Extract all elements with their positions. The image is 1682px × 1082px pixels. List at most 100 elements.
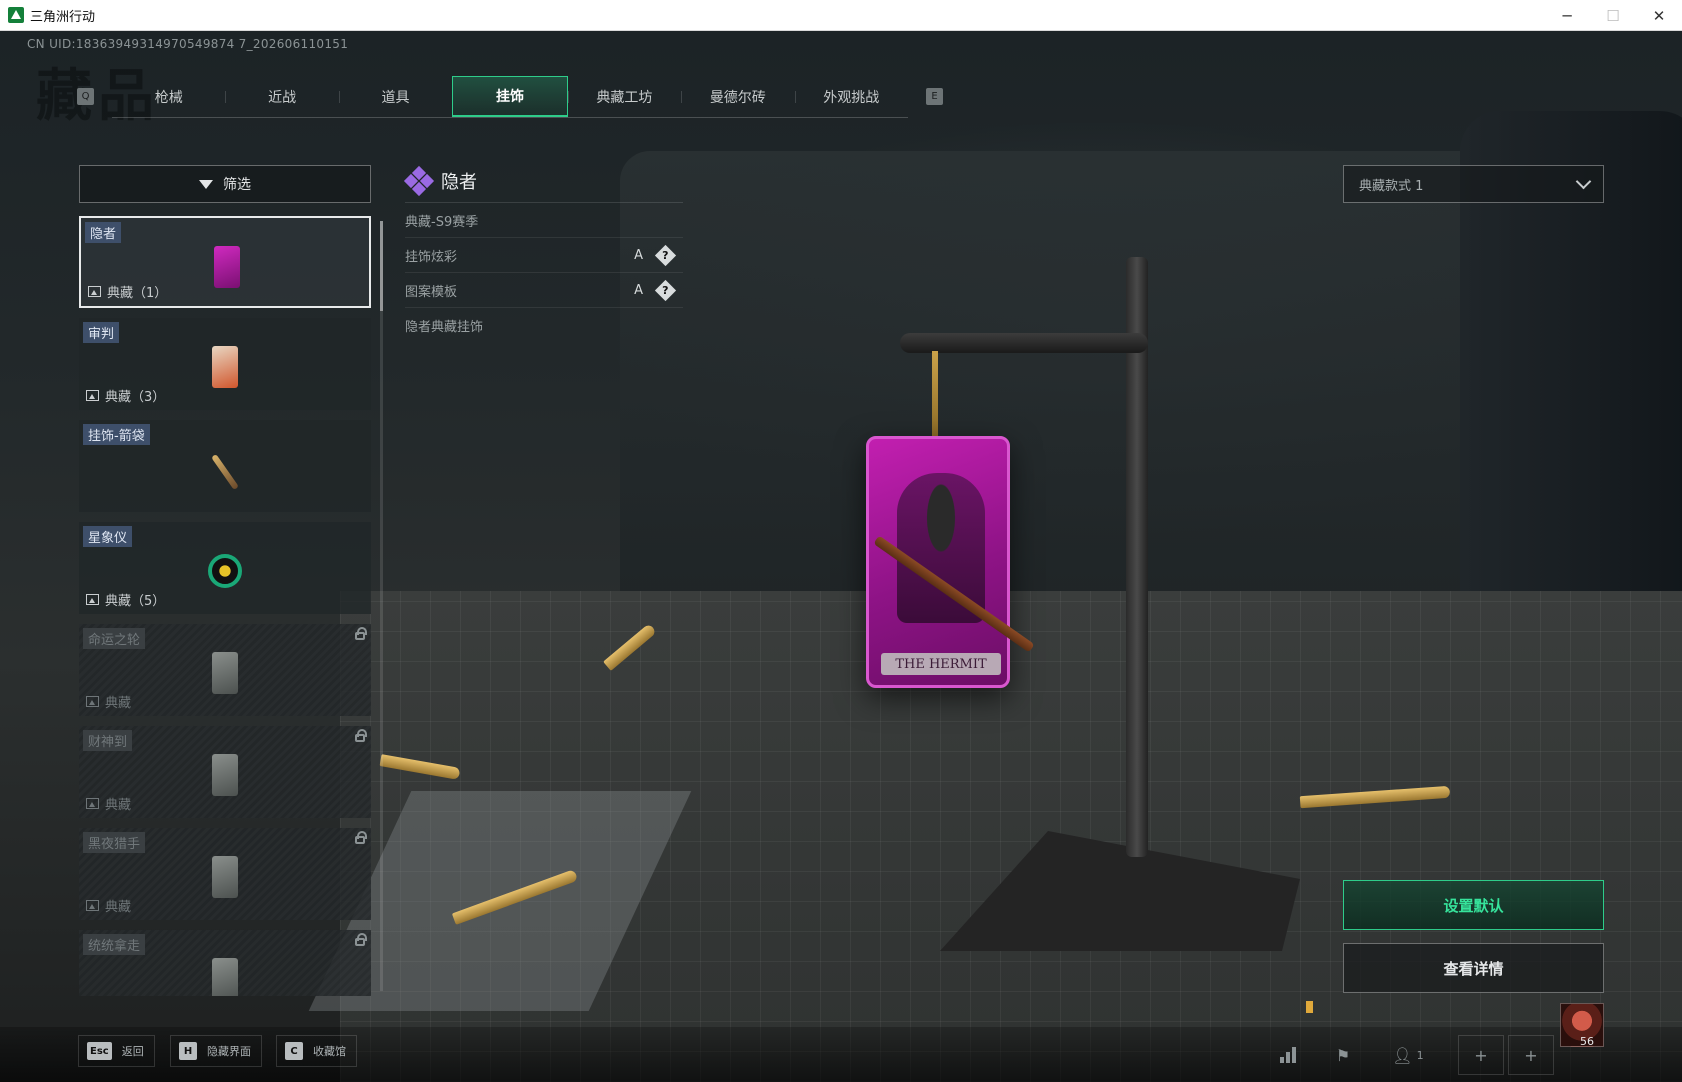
filter-button[interactable]: 筛选: [79, 165, 371, 203]
image-icon: [86, 798, 99, 809]
detail-description-text: 隐者典藏挂饰: [405, 320, 484, 335]
style-select[interactable]: 典藏款式 1: [1343, 165, 1604, 203]
key-c: C: [285, 1042, 303, 1060]
image-icon: [86, 696, 99, 707]
lock-icon: [355, 729, 367, 742]
item-name: 命运之轮: [83, 628, 146, 649]
stats-icon[interactable]: [1265, 1035, 1311, 1075]
help-icon[interactable]: ?: [654, 279, 677, 301]
scrollbar-thumb[interactable]: [380, 221, 383, 311]
item-count-label: 典藏（1）: [107, 286, 168, 301]
charm-list: 隐者 典藏（1） 审判 典藏（3） 挂饰-箭袋 星象仪 典藏（5） 命运之轮 典…: [79, 216, 371, 996]
item-thumbnail: [207, 638, 243, 700]
image-icon: [88, 286, 101, 297]
rarity-diamond-icon: [403, 165, 435, 196]
item-count-label: 典藏（3）: [105, 390, 166, 405]
window-title: 三角洲行动: [30, 9, 96, 25]
style-select-value: 典藏款式 1: [1359, 178, 1424, 194]
item-thumbnail: [207, 536, 243, 598]
detail-header: 隐者: [403, 159, 683, 203]
list-item[interactable]: 挂饰-箭袋: [79, 420, 371, 512]
set-default-button[interactable]: 设置默认: [1343, 880, 1604, 930]
image-icon: [86, 594, 99, 605]
player-uid: CN UID:18363949314970549874 7_2026061101…: [27, 37, 349, 51]
item-count: 典藏（3）: [86, 386, 165, 405]
list-item[interactable]: 星象仪 典藏（5）: [79, 522, 371, 614]
tab-melee[interactable]: 近战: [225, 76, 338, 117]
scene-stand-arm: [900, 333, 1148, 353]
item-name: 黑夜猎手: [83, 832, 146, 853]
item-thumbnail: [207, 332, 243, 394]
add-slot-button[interactable]: +: [1458, 1035, 1504, 1075]
detail-row-grade: A: [634, 282, 643, 298]
lock-icon: [355, 933, 367, 946]
filter-icon: [199, 179, 213, 189]
game-viewport: THE HERMIT 藏品 CN UID:1836394931497054987…: [0, 31, 1682, 1082]
list-item[interactable]: 审判 典藏（3）: [79, 318, 371, 410]
close-button[interactable]: ✕: [1636, 0, 1682, 31]
add-slot-button[interactable]: +: [1508, 1035, 1554, 1075]
list-item[interactable]: 统统拿走: [79, 930, 371, 996]
hint-label: 返回: [121, 1045, 144, 1058]
tab-items[interactable]: 道具: [338, 76, 452, 117]
item-name: 财神到: [83, 730, 133, 751]
charm-card-label: THE HERMIT: [881, 653, 1001, 675]
item-name: 星象仪: [83, 526, 133, 547]
item-name: 挂饰-箭袋: [83, 424, 150, 445]
item-thumbnail: [207, 944, 243, 996]
detail-title: 隐者: [441, 171, 477, 193]
item-thumbnail: [209, 232, 245, 294]
tab-next-key[interactable]: E: [926, 88, 943, 105]
filter-label: 筛选: [223, 177, 251, 193]
list-item[interactable]: 黑夜猎手 典藏: [79, 828, 371, 920]
item-name: 隐者: [85, 222, 122, 243]
help-icon[interactable]: ?: [654, 244, 677, 266]
charm-chain: [932, 351, 938, 441]
item-count: 典藏（1）: [88, 282, 167, 301]
list-item[interactable]: 财神到 典藏: [79, 726, 371, 818]
item-thumbnail: [207, 740, 243, 802]
item-name: 审判: [83, 322, 120, 343]
tab-appearance-challenge[interactable]: 外观挑战: [794, 76, 908, 117]
tab-prev-key[interactable]: Q: [77, 88, 94, 105]
item-count: 典藏: [86, 692, 131, 711]
hint-hide-ui[interactable]: H 隐藏界面: [170, 1035, 262, 1067]
tab-workshop[interactable]: 典藏工坊: [567, 76, 681, 117]
tab-guns[interactable]: 枪械: [112, 76, 225, 117]
hint-back[interactable]: Esc 返回: [78, 1035, 155, 1067]
tab-charms[interactable]: 挂饰: [452, 76, 568, 117]
item-count-label: 典藏（5）: [105, 594, 166, 609]
item-thumbnail: [207, 434, 243, 496]
view-details-button[interactable]: 查看详情: [1343, 943, 1604, 993]
chevron-down-icon: [1575, 173, 1592, 190]
lock-icon: [355, 831, 367, 844]
hint-label: 收藏馆: [313, 1045, 346, 1058]
lock-icon: [355, 627, 367, 640]
detail-row-color: 挂饰炫彩 A ?: [405, 238, 683, 273]
item-count-label: 典藏: [105, 900, 132, 915]
hint-collection[interactable]: C 收藏馆: [276, 1035, 357, 1067]
item-count: 典藏: [86, 896, 131, 915]
flag-icon[interactable]: ⚑: [1320, 1035, 1366, 1075]
key-h: H: [179, 1042, 197, 1060]
detail-season: 典藏-S9赛季: [405, 203, 683, 238]
detail-row-grade: A: [634, 247, 643, 263]
image-icon: [86, 390, 99, 401]
key-esc: Esc: [87, 1042, 112, 1060]
maximize-button[interactable]: ☐: [1590, 0, 1636, 31]
notification-badge: [1306, 1001, 1313, 1013]
item-count-label: 典藏: [105, 798, 132, 813]
squad-indicator[interactable]: 👤︎ 1: [1378, 1035, 1438, 1075]
item-thumbnail: [207, 842, 243, 904]
minimize-button[interactable]: ─: [1544, 0, 1590, 31]
item-count: 典藏: [86, 794, 131, 813]
help-icon-glyph: ?: [662, 283, 669, 297]
item-count-label: 典藏: [105, 696, 132, 711]
charm-preview[interactable]: THE HERMIT: [866, 436, 1035, 688]
tab-mandel-brick[interactable]: 曼德尔砖: [681, 76, 794, 117]
detail-season-label: 典藏-S9赛季: [405, 214, 479, 230]
list-item[interactable]: 命运之轮 典藏: [79, 624, 371, 716]
list-item[interactable]: 隐者 典藏（1）: [79, 216, 371, 308]
list-scrollbar[interactable]: [380, 221, 383, 991]
detail-row-label: 图案模板: [405, 284, 458, 300]
